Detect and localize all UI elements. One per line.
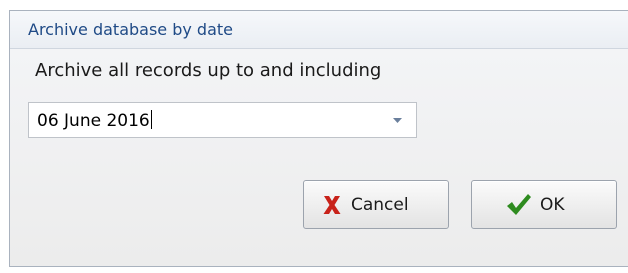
green-checkmark-icon	[507, 194, 531, 215]
archive-date-combo[interactable]: 06 June 2016	[28, 102, 417, 138]
dialog-title-bar: Archive database by date	[10, 11, 628, 49]
cancel-button-label: Cancel	[351, 195, 409, 215]
dialog-body	[10, 49, 628, 266]
chevron-down-icon	[393, 118, 402, 123]
archive-date-value: 06 June 2016	[37, 111, 150, 131]
text-caret	[150, 110, 152, 129]
dialog-title: Archive database by date	[28, 20, 234, 39]
archive-dialog: Archive database by date Archive all rec…	[9, 10, 628, 267]
ok-button[interactable]: OK	[471, 180, 617, 229]
ok-button-label: OK	[540, 195, 565, 215]
date-dropdown-button[interactable]	[380, 103, 416, 137]
archive-prompt-label: Archive all records up to and including	[35, 60, 382, 81]
archive-date-input[interactable]: 06 June 2016	[37, 110, 152, 131]
red-x-icon	[323, 196, 341, 214]
cancel-button[interactable]: Cancel	[303, 180, 449, 229]
